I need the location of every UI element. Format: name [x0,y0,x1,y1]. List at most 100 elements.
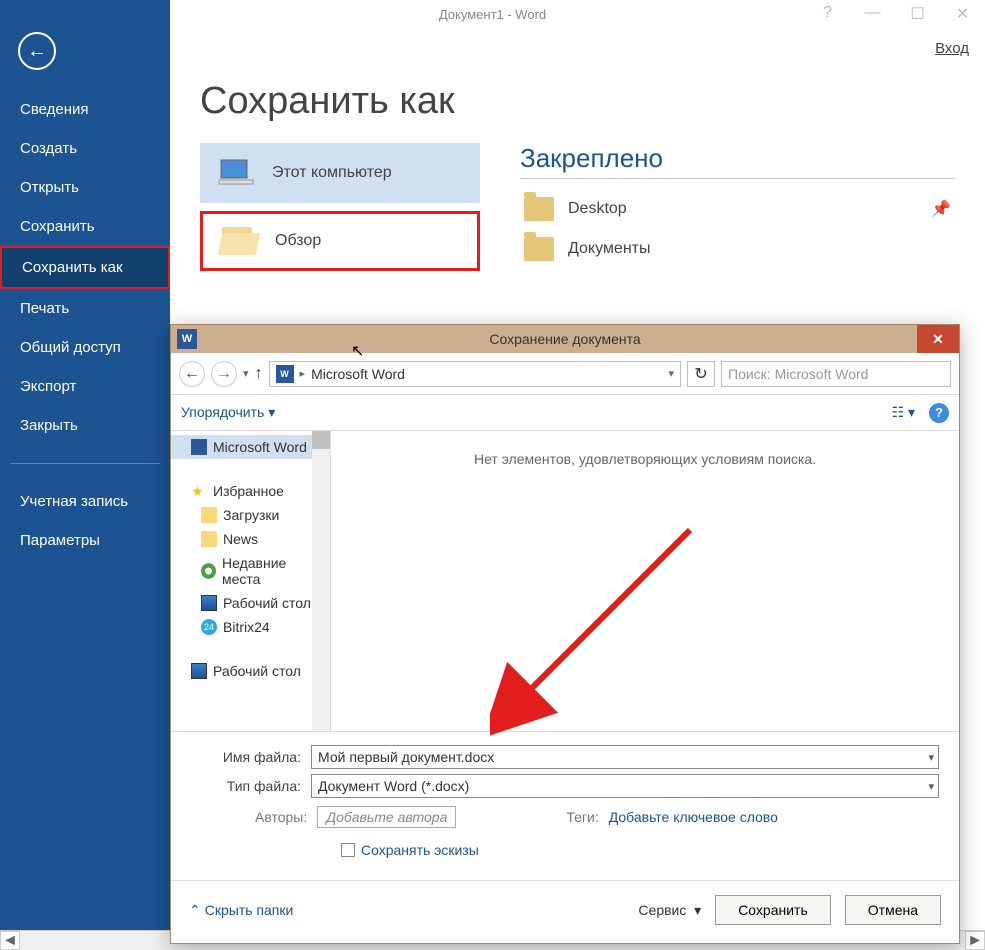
dialog-footer: ⌃Скрыть папки Сервис ▾ Сохранить Отмена [171,880,959,939]
chevron-down-icon[interactable]: ▾ [243,367,249,380]
filetype-select[interactable]: Документ Word (*.docx)▾ [311,774,939,798]
tree-label: Microsoft Word [213,439,307,455]
option-this-computer[interactable]: Этот компьютер [200,143,480,203]
organize-menu[interactable]: Упорядочить ▾ [181,404,275,421]
hide-folders-button[interactable]: ⌃Скрыть папки [189,902,293,919]
chevron-down-icon[interactable]: ▾ [668,367,674,380]
search-input[interactable]: Поиск: Microsoft Word [721,361,951,387]
filename-input[interactable]: Мой первый документ.docx▾ [311,745,939,769]
service-menu[interactable]: Сервис ▾ [638,902,701,919]
view-button[interactable]: ☷ ▾ [892,404,915,421]
save-button[interactable]: Сохранить [715,895,831,925]
chevron-right-icon: ▸ [300,367,306,380]
folder-icon [524,237,554,261]
chevron-down-icon: ▾ [268,404,275,420]
computer-icon [216,153,256,193]
tree-label: Рабочий стол [223,595,311,611]
pinned-item-documents[interactable]: Документы [520,229,955,269]
tree-label: Рабочий стол [213,663,301,679]
authors-input[interactable]: Добавьте автора [317,806,456,828]
scroll-right-icon[interactable]: ► [965,931,985,950]
dialog-navbar: ← → ▾ ↑ W ▸ Microsoft Word ▾ ↻ Поиск: Mi… [171,353,959,395]
tree-label: Недавние места [222,555,322,587]
filetype-label: Тип файла: [201,778,301,794]
search-placeholder: Поиск: Microsoft Word [728,366,868,382]
sidebar-menu-2: Учетная запись Параметры [0,482,170,560]
nav-forward-button[interactable]: → [211,361,237,387]
sidebar-separator [10,463,160,464]
tags-label: Теги: [566,809,598,825]
refresh-button[interactable]: ↻ [687,361,715,387]
save-dialog: W Сохранение документа ✕ ↖ ← → ▾ ↑ W ▸ M… [170,324,960,944]
empty-message: Нет элементов, удовлетворяющих условиям … [331,431,959,731]
page-heading: Сохранить как [200,80,955,123]
tree-desktop-root[interactable]: Рабочий стол [171,659,330,683]
sidebar-item-close[interactable]: Закрыть [0,406,170,445]
tags-link[interactable]: Добавьте ключевое слово [609,809,778,825]
checkbox-icon[interactable] [341,843,355,857]
sidebar-item-options[interactable]: Параметры [0,521,170,560]
star-icon: ★ [191,483,207,499]
tree-item-recent[interactable]: Недавние места [171,551,330,591]
address-bar[interactable]: W ▸ Microsoft Word ▾ [269,361,681,387]
sidebar-item-print[interactable]: Печать [0,289,170,328]
chevron-down-icon[interactable]: ▾ [928,780,934,793]
thumbs-checkbox-row[interactable]: Сохранять эскизы [341,842,939,858]
tree-item-bitrix24[interactable]: 24Bitrix24 [171,615,330,639]
scroll-left-icon[interactable]: ◄ [0,931,20,950]
pinned-item-desktop[interactable]: Desktop 📌 [520,189,955,229]
tree-favorites[interactable]: ★Избранное [171,479,330,503]
sidebar-item-share[interactable]: Общий доступ [0,328,170,367]
sidebar-item-save[interactable]: Сохранить [0,207,170,246]
thumbs-label: Сохранять эскизы [361,842,479,858]
signin-link[interactable]: Вход [935,40,969,57]
dialog-titlebar[interactable]: W Сохранение документа ✕ ↖ [171,325,959,353]
filename-label: Имя файла: [201,749,301,765]
close-icon[interactable]: ✕ [940,4,985,24]
monitor-icon [191,663,207,679]
tree-item-desktop[interactable]: Рабочий стол [171,591,330,615]
folder-icon [201,507,217,523]
monitor-icon [201,595,217,611]
dialog-fields: Имя файла: Мой первый документ.docx▾ Тип… [171,731,959,880]
pinned-label: Документы [568,240,650,258]
tree-label: Загрузки [223,507,279,523]
pin-icon[interactable]: 📌 [931,199,951,219]
chevron-up-icon: ⌃ [189,902,201,919]
back-button[interactable]: ← [18,32,56,70]
dialog-close-button[interactable]: ✕ [917,325,959,353]
backstage-sidebar: ← Сведения Создать Открыть Сохранить Сох… [0,0,170,950]
authors-label: Авторы: [255,809,307,825]
dialog-body: Microsoft Word ★Избранное Загрузки News … [171,431,959,731]
pinned-label: Desktop [568,200,627,218]
word-icon [191,439,207,455]
sidebar-menu: Сведения Создать Открыть Сохранить Сохра… [0,90,170,445]
pinned-section: Закреплено Desktop 📌 Документы [520,143,955,269]
nav-up-button[interactable]: ↑ [255,365,263,383]
sidebar-item-new[interactable]: Создать [0,129,170,168]
nav-back-button[interactable]: ← [179,361,205,387]
folder-tree: Microsoft Word ★Избранное Загрузки News … [171,431,331,731]
word-icon: W [177,329,197,349]
option-browse[interactable]: Обзор [200,211,480,271]
help-button[interactable]: ? [929,403,949,423]
tree-item-news[interactable]: News [171,527,330,551]
tree-item-downloads[interactable]: Загрузки [171,503,330,527]
option-label: Этот компьютер [272,164,392,182]
help-icon[interactable]: ? [805,4,850,24]
tree-scrollbar[interactable] [312,431,330,731]
chevron-down-icon[interactable]: ▾ [928,751,934,764]
tree-root[interactable]: Microsoft Word [171,435,330,459]
sidebar-item-account[interactable]: Учетная запись [0,482,170,521]
maximize-icon[interactable]: ☐ [895,4,940,24]
path-segment[interactable]: Microsoft Word [311,366,405,382]
sidebar-item-info[interactable]: Сведения [0,90,170,129]
window-title: Документ1 - Word [439,7,546,22]
cancel-button[interactable]: Отмена [845,895,941,925]
word-icon: W [276,365,294,383]
dialog-toolbar: Упорядочить ▾ ☷ ▾ ? [171,395,959,431]
sidebar-item-saveas[interactable]: Сохранить как [0,246,170,289]
sidebar-item-open[interactable]: Открыть [0,168,170,207]
sidebar-item-export[interactable]: Экспорт [0,367,170,406]
minimize-icon[interactable]: — [850,4,895,24]
